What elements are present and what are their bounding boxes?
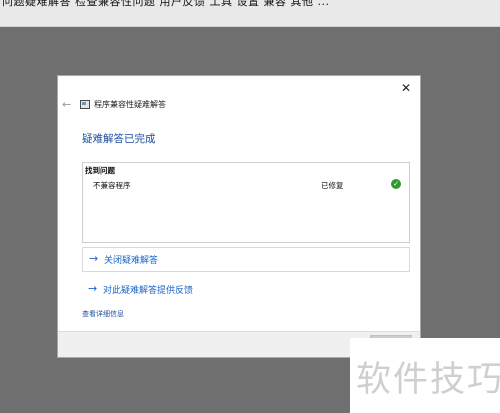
problems-found-panel: 找到问题 不兼容程序 已修复 ✓ xyxy=(82,162,410,243)
problem-status: 已修复 xyxy=(321,181,344,190)
feedback-option[interactable]: → 对此疑难解答提供反馈 xyxy=(82,278,410,302)
background-window-strip: 问题疑难解答 检查兼容性问题 用户反馈 工具 设置 兼容 其他 ... xyxy=(0,0,500,27)
arrow-right-icon: → xyxy=(88,282,98,295)
view-details-link[interactable]: 查看详细信息 xyxy=(82,309,124,319)
page-heading: 疑难解答已完成 xyxy=(82,133,156,145)
problems-header: 找到问题 xyxy=(85,166,115,175)
troubleshooter-dialog: ✕ ← 程序兼容性疑难解答 疑难解答已完成 找到问题 不兼容程序 已修复 ✓ →… xyxy=(57,75,421,358)
program-compatibility-icon xyxy=(80,100,90,109)
close-troubleshooter-label: 关闭疑难解答 xyxy=(104,256,159,266)
feedback-label: 对此疑难解答提供反馈 xyxy=(103,286,194,296)
dialog-title: 程序兼容性疑难解答 xyxy=(94,100,166,109)
check-icon: ✓ xyxy=(391,179,401,189)
watermark: 软件技巧 xyxy=(350,338,500,413)
close-troubleshooter-option[interactable]: → 关闭疑难解答 xyxy=(82,247,410,272)
back-arrow-icon[interactable]: ← xyxy=(62,98,76,112)
watermark-text: 软件技巧 xyxy=(356,360,500,400)
close-button[interactable]: ✕ xyxy=(398,80,414,96)
arrow-right-icon: → xyxy=(89,252,99,265)
problem-name: 不兼容程序 xyxy=(93,181,131,190)
background-window-text: 问题疑难解答 检查兼容性问题 用户反馈 工具 设置 兼容 其他 ... xyxy=(2,0,330,8)
